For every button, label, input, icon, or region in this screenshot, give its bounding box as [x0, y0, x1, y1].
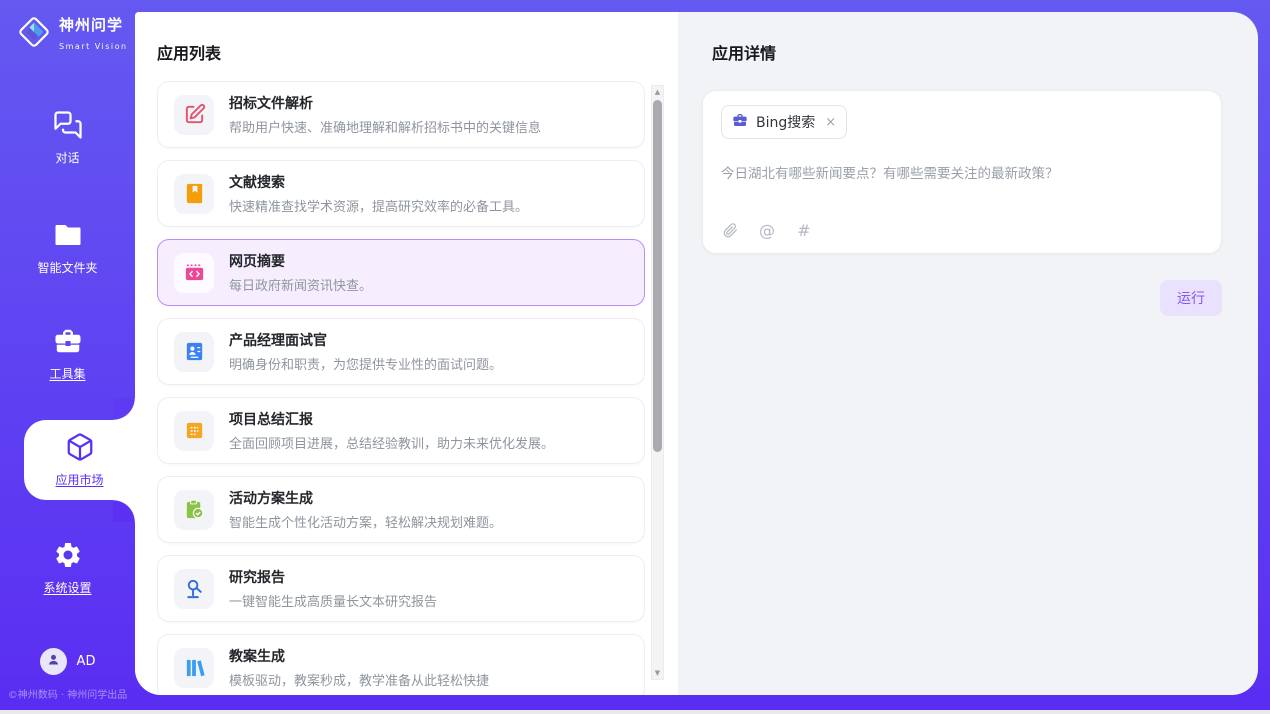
app-detail-panel: 应用详情 Bing搜索 × 今日湖北有哪些新闻要点？有哪些需要关注的最新政策？ … [678, 12, 1258, 695]
book-icon [174, 174, 214, 214]
run-button[interactable]: 运行 [1160, 280, 1222, 316]
app-card[interactable]: 活动方案生成 智能生成个性化活动方案，轻松解决规划难题。 [157, 476, 645, 543]
sidebar-item-label: 系统设置 [0, 579, 135, 596]
scrollbar[interactable]: ▲ ▼ [651, 85, 664, 680]
cube-icon [65, 432, 95, 462]
sidebar-footer: ©神州数码 · 神州问学出品 [0, 686, 135, 701]
tool-tag[interactable]: Bing搜索 × [721, 105, 847, 139]
interviewer-icon [174, 332, 214, 372]
at-icon[interactable]: @ [758, 221, 776, 239]
sidebar-item-label: 智能文件夹 [0, 259, 135, 276]
app-card-desc: 每日政府新闻资讯快查。 [229, 275, 372, 294]
app-card-desc: 全面回顾项目进展，总结经验教训，助力未来优化发展。 [229, 433, 554, 452]
report-note-icon [174, 411, 214, 451]
sidebar-item-label: 对话 [0, 149, 135, 166]
scroll-down-icon[interactable]: ▼ [652, 667, 663, 679]
sidebar-item-对话[interactable]: 对话 [0, 110, 135, 166]
app-card[interactable]: 产品经理面试官 明确身份和职责，为您提供专业性的面试问题。 [157, 318, 645, 385]
gear-icon [53, 540, 83, 570]
sidebar-item-label: 工具集 [0, 365, 135, 382]
app-card-desc: 模板驱动，教案秒成，教学准备从此轻松快捷 [229, 670, 489, 689]
hash-icon[interactable]: # [795, 221, 813, 239]
app-card[interactable]: 招标文件解析 帮助用户快速、准确地理解和解析招标书中的关键信息 [157, 81, 645, 148]
app-card[interactable]: 教案生成 模板驱动，教案秒成，教学准备从此轻松快捷 [157, 634, 645, 695]
composer-actions: @# [721, 221, 813, 239]
clipboard-check-icon [174, 490, 214, 530]
app-detail-title: 应用详情 [712, 40, 1222, 64]
briefcase-icon [732, 112, 748, 132]
app-card-title: 活动方案生成 [229, 488, 502, 508]
app-card-title: 招标文件解析 [229, 93, 541, 113]
app-cards: 招标文件解析 帮助用户快速、准确地理解和解析招标书中的关键信息 文献搜索 快速精… [157, 81, 645, 695]
sidebar-item-工具集[interactable]: 工具集 [0, 326, 135, 382]
app-card[interactable]: 文献搜索 快速精准查找学术资源，提高研究效率的必备工具。 [157, 160, 645, 227]
tool-tag-label: Bing搜索 [756, 112, 815, 132]
folder-icon [53, 220, 83, 250]
app-card-title: 教案生成 [229, 646, 489, 666]
app-card-desc: 智能生成个性化活动方案，轻松解决规划难题。 [229, 512, 502, 531]
app-card-title: 项目总结汇报 [229, 409, 554, 429]
research-icon [174, 569, 214, 609]
close-icon[interactable]: × [825, 115, 836, 130]
user-initials: AD [77, 654, 96, 669]
toolbox-icon [53, 326, 83, 356]
sidebar-item-系统设置[interactable]: 系统设置 [0, 540, 135, 596]
app-card-desc: 帮助用户快速、准确地理解和解析招标书中的关键信息 [229, 117, 541, 136]
person-icon [45, 651, 62, 672]
books-icon [174, 648, 214, 688]
query-text[interactable]: 今日湖北有哪些新闻要点？有哪些需要关注的最新政策？ [721, 162, 1203, 182]
avatar [40, 648, 67, 675]
app-card-desc: 一键智能生成高质量长文本研究报告 [229, 591, 437, 610]
app-card[interactable]: 网页摘要 每日政府新闻资讯快查。 [157, 239, 645, 306]
brand-logo: 神州问学 Smart Vision [16, 14, 135, 54]
brand-subtitle: Smart Vision [59, 42, 128, 51]
diamond-logo [16, 14, 52, 54]
web-code-icon [174, 253, 214, 293]
user-row[interactable]: AD [0, 648, 135, 675]
sidebar-item-label: 应用市场 [24, 471, 135, 488]
app-card-title: 网页摘要 [229, 251, 372, 271]
composer-card[interactable]: Bing搜索 × 今日湖北有哪些新闻要点？有哪些需要关注的最新政策？ @# [702, 90, 1222, 254]
app-card-title: 产品经理面试官 [229, 330, 502, 350]
app-card-title: 研究报告 [229, 567, 437, 587]
sidebar-item-智能文件夹[interactable]: 智能文件夹 [0, 220, 135, 276]
app-card[interactable]: 研究报告 一键智能生成高质量长文本研究报告 [157, 555, 645, 622]
app-card-title: 文献搜索 [229, 172, 528, 192]
paperclip-icon[interactable] [721, 221, 739, 239]
app-list-panel: 应用列表 招标文件解析 帮助用户快速、准确地理解和解析招标书中的关键信息 文献搜… [135, 12, 678, 695]
sidebar-item-应用市场[interactable]: 应用市场 [24, 420, 135, 500]
app-list-title: 应用列表 [157, 40, 221, 64]
app-card-desc: 快速精准查找学术资源，提高研究效率的必备工具。 [229, 196, 528, 215]
scroll-up-icon[interactable]: ▲ [652, 86, 663, 98]
app-card[interactable]: 项目总结汇报 全面回顾项目进展，总结经验教训，助力未来优化发展。 [157, 397, 645, 464]
brand-name: 神州问学 [59, 16, 123, 34]
scrollbar-thumb[interactable] [653, 100, 662, 452]
app-card-desc: 明确身份和职责，为您提供专业性的面试问题。 [229, 354, 502, 373]
edit-document-icon [174, 95, 214, 135]
main-frame: 应用列表 招标文件解析 帮助用户快速、准确地理解和解析招标书中的关键信息 文献搜… [135, 12, 1258, 695]
sidebar: 神州问学 Smart Vision 对话 智能文件夹 工具集 应用市场 系统设置… [0, 0, 135, 714]
chat-icon [53, 110, 83, 140]
run-row: 运行 [702, 280, 1222, 316]
